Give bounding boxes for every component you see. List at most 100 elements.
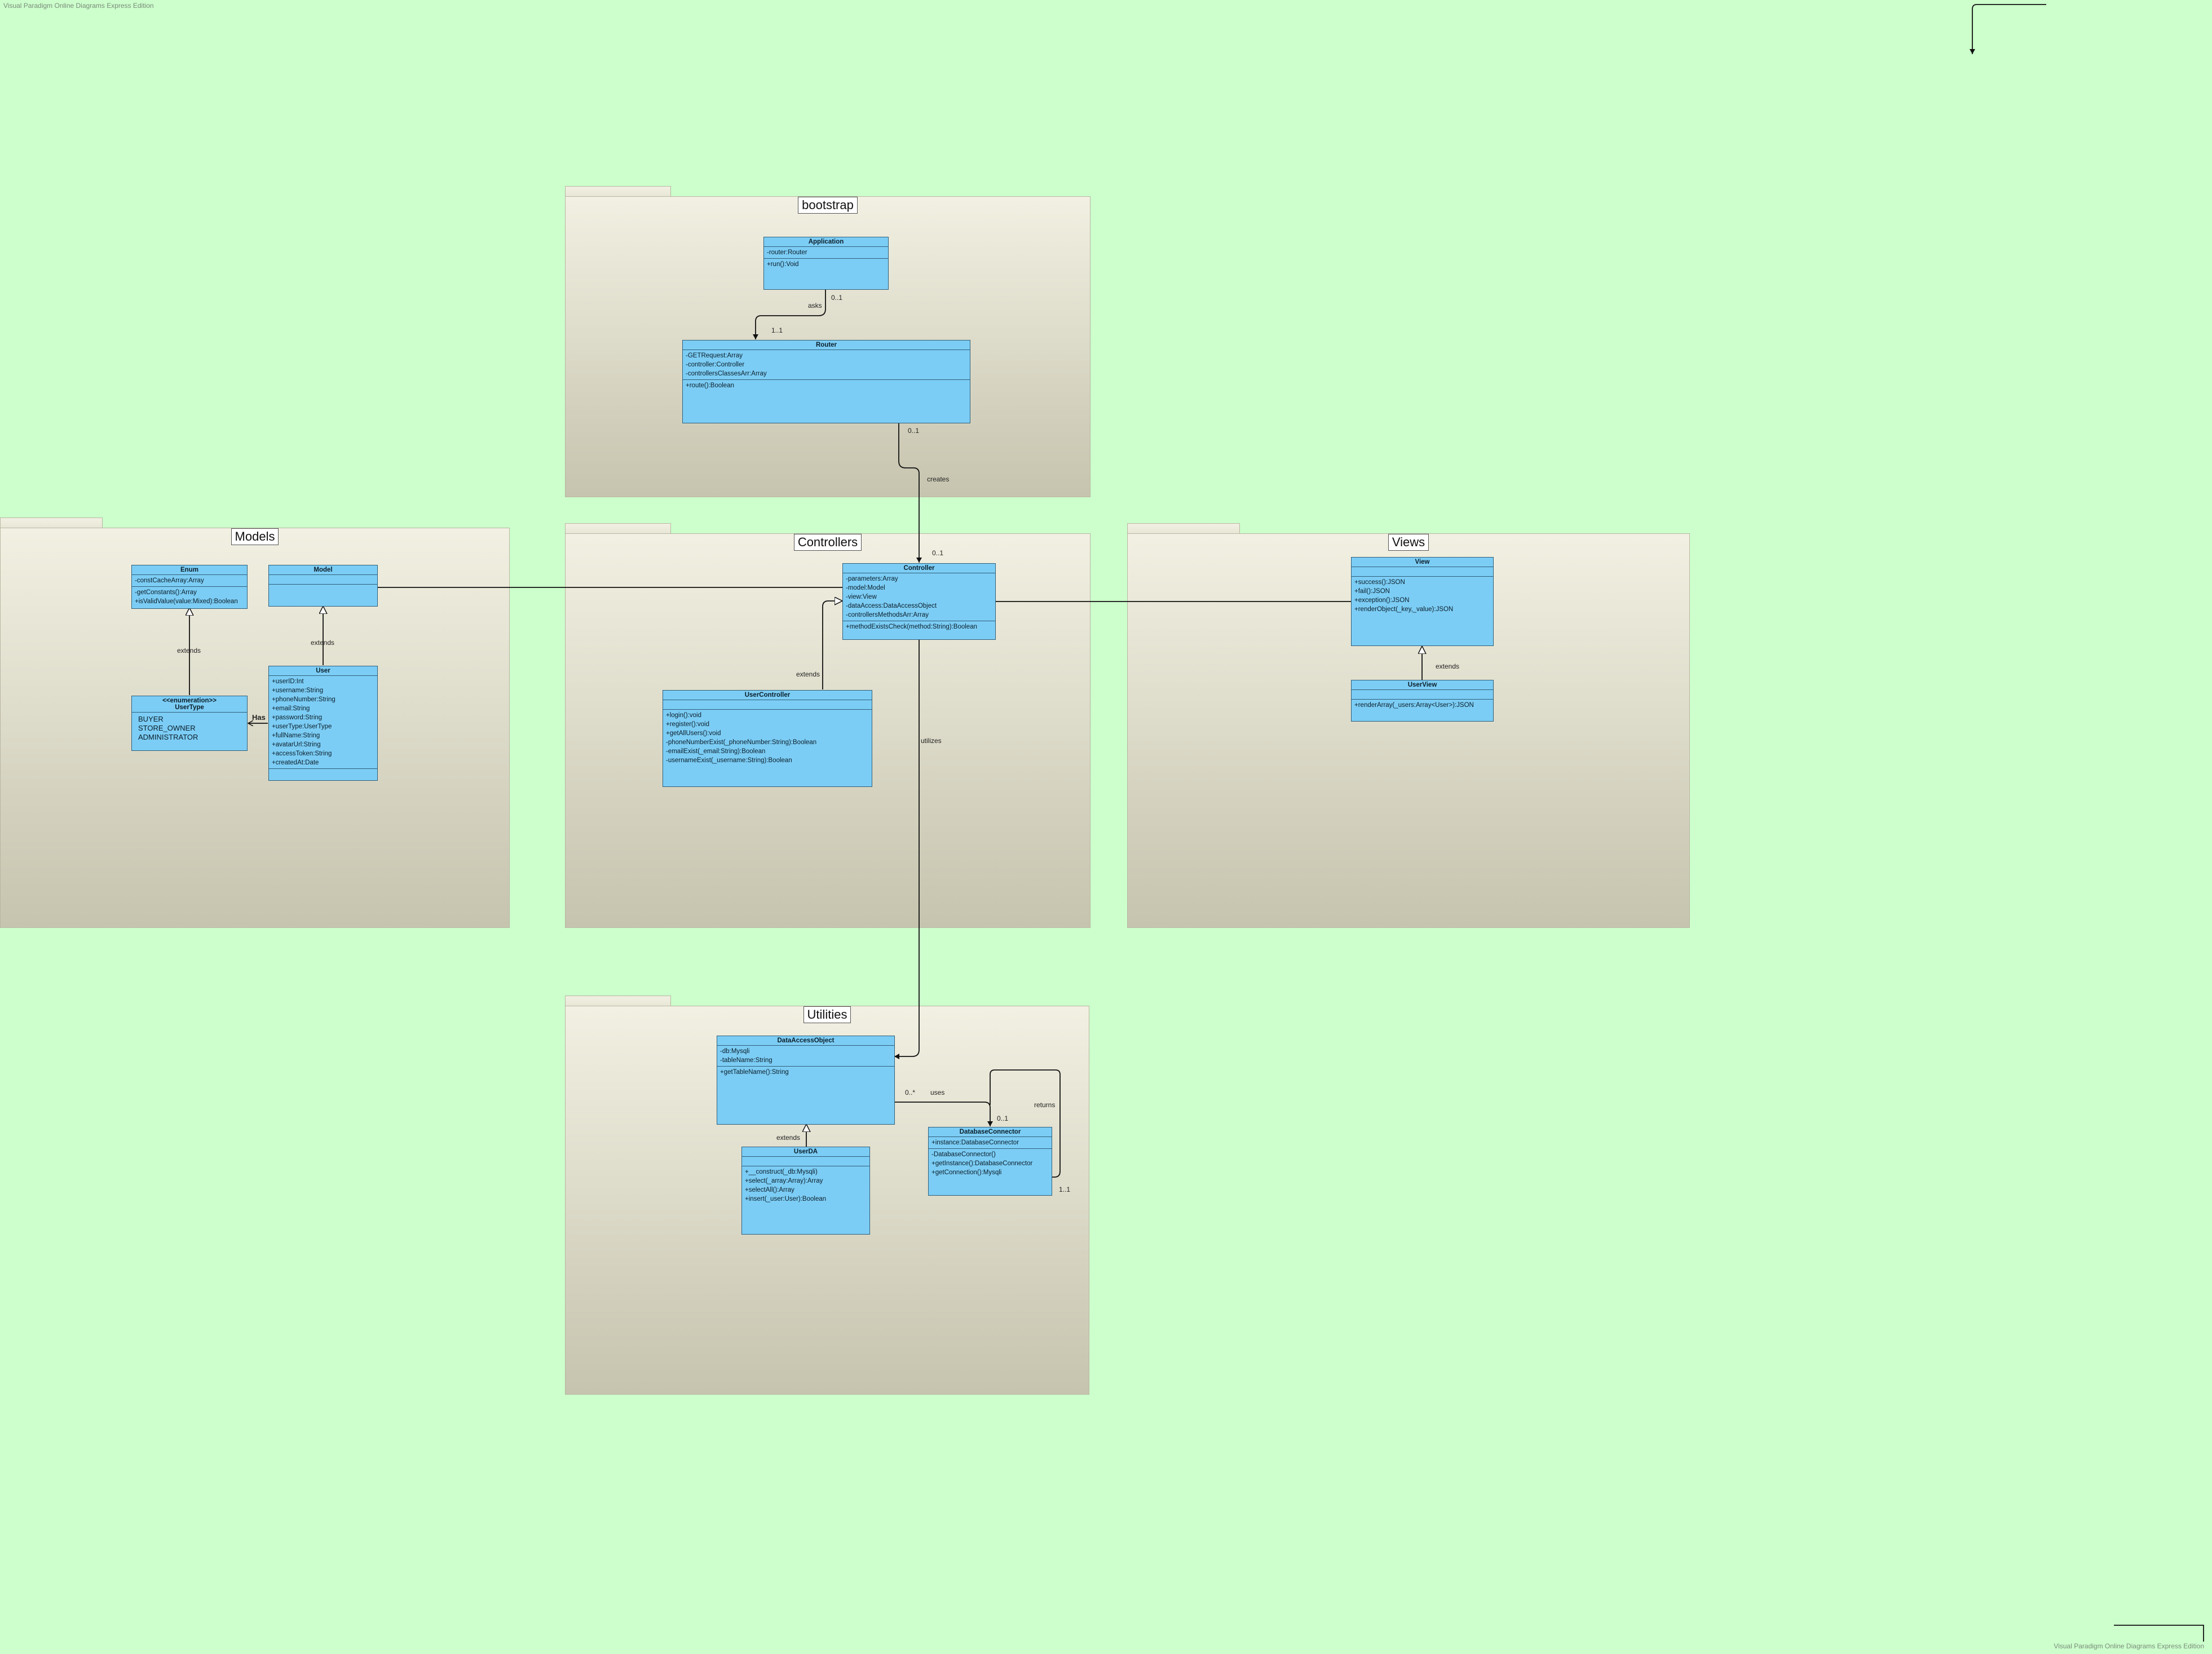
package-tab-views <box>1127 523 1240 534</box>
class-operation: +insert(_user:User):Boolean <box>745 1196 827 1202</box>
class-attributes: +userID:Int +username:String +phoneNumber:… <box>269 676 377 769</box>
class-dataaccessobject[interactable]: DataAccessObject -db:Mysqli -tableName:St… <box>717 1036 895 1125</box>
class-application[interactable]: Application -router:Router +run():Void <box>763 237 889 290</box>
class-attribute: +fullName:String <box>272 732 320 739</box>
class-view[interactable]: View +success():JSON +fail():JSON +excepti… <box>1351 557 1494 646</box>
class-userview[interactable]: UserView +renderArray(_users:Array<User>… <box>1351 680 1494 722</box>
package-models[interactable]: Models <box>0 528 510 928</box>
class-operations: +route():Boolean <box>683 380 970 391</box>
class-operation: +getAllUsers():void <box>666 730 721 737</box>
class-stereotype: <<enumeration>> <box>162 697 217 704</box>
class-name-text: UserType <box>175 704 204 711</box>
enum-literal: ADMINISTRATOR <box>138 733 198 741</box>
class-operations <box>269 769 377 771</box>
class-operation: +getInstance():DatabaseConnector <box>931 1160 1033 1167</box>
class-controller[interactable]: Controller -parameters:Array -model:Model… <box>842 563 996 640</box>
class-attribute: -router:Router <box>767 249 807 256</box>
class-name: UserView <box>1352 680 1493 690</box>
class-attribute: -parameters:Array <box>846 576 898 582</box>
class-name: <<enumeration>> UserType <box>132 696 247 713</box>
class-attribute: +createdAt:Date <box>272 759 319 766</box>
package-title-bootstrap: bootstrap <box>798 197 858 214</box>
mult-returns: 1..1 <box>1059 1186 1071 1193</box>
class-operation: +register():void <box>666 721 710 728</box>
class-usercontroller[interactable]: UserController +login():void +register():… <box>663 690 872 787</box>
class-attribute: +avatarUrl:String <box>272 741 321 748</box>
class-operation: +fail():JSON <box>1354 588 1390 595</box>
class-operations: +run():Void <box>764 259 888 270</box>
class-attribute: -controllersMethodsArr:Array <box>846 612 929 618</box>
label-utilizes: utilizes <box>921 737 942 745</box>
class-operations: +getTableName():String <box>717 1067 894 1078</box>
label-extends-usertype-enum: extends <box>177 647 201 654</box>
class-operation: +renderObject(_key,_value):JSON <box>1354 606 1454 613</box>
class-operation: +success():JSON <box>1354 579 1405 586</box>
class-name: Model <box>269 565 377 575</box>
class-userda[interactable]: UserDA +__construct(_db:Mysqli) +select(_… <box>741 1147 870 1235</box>
class-databaseconnector[interactable]: DatabaseConnector +instance:DatabaseConn… <box>928 1127 1052 1196</box>
class-operation: -getConstants():Array <box>135 589 197 596</box>
class-router[interactable]: Router -GETRequest:Array -controller:Cont… <box>682 340 970 423</box>
class-attributes <box>269 575 377 585</box>
class-attributes <box>1352 567 1493 577</box>
class-name: Controller <box>843 564 995 573</box>
class-model[interactable]: Model <box>268 565 378 607</box>
class-operation: +route():Boolean <box>686 382 734 389</box>
class-operation: -phoneNumberExist(_phoneNumber:String):B… <box>666 739 817 746</box>
class-attributes: -parameters:Array -model:Model -view:View -… <box>843 573 995 621</box>
class-attribute: -db:Mysqli <box>720 1048 750 1055</box>
class-operation: +getConnection():Mysqli <box>931 1169 1002 1176</box>
class-operation: +login():void <box>666 712 701 719</box>
class-operations: +methodExistsCheck(method:String):Boolea… <box>843 621 995 633</box>
package-title-utilities: Utilities <box>803 1006 851 1023</box>
class-operation: +methodExistsCheck(method:String):Boolea… <box>846 623 977 630</box>
class-operation: +select(_array:Array):Array <box>745 1178 823 1184</box>
class-attributes <box>742 1157 869 1166</box>
class-name: DatabaseConnector <box>929 1127 1052 1137</box>
label-creates: creates <box>927 475 950 483</box>
class-enum[interactable]: Enum -constCacheArray:Array -getConstant… <box>131 565 248 609</box>
label-has: Has <box>252 713 266 722</box>
class-operations: -DatabaseConnector() +getInstance():Datab… <box>929 1149 1052 1178</box>
enum-literal: STORE_OWNER <box>138 724 196 732</box>
stray-line-bottom <box>2114 1625 2204 1642</box>
class-attribute: -constCacheArray:Array <box>135 577 204 584</box>
class-operation: +selectAll():Array <box>745 1187 794 1193</box>
class-operations: +__construct(_db:Mysqli) +select(_array:A… <box>742 1166 869 1205</box>
class-operation: +renderArray(_users:Array<User>):JSON <box>1354 702 1474 709</box>
stray-connector-top <box>1970 4 2046 54</box>
label-asks: asks <box>808 302 822 309</box>
class-name: Enum <box>132 565 247 575</box>
class-attribute: -controller:Controller <box>686 361 745 368</box>
package-tab-utilities <box>565 996 671 1006</box>
label-returns: returns <box>1034 1101 1056 1109</box>
label-extends-user-model: extends <box>311 639 335 647</box>
class-attribute: +password:String <box>272 714 323 721</box>
class-operations: +renderArray(_users:Array<User>):JSON <box>1352 700 1493 711</box>
class-operations <box>269 585 377 587</box>
class-attribute: +userID:Int <box>272 678 304 685</box>
package-title-models: Models <box>231 528 279 545</box>
class-operation: +exception():JSON <box>1354 597 1410 604</box>
enum-literal: BUYER <box>138 715 164 723</box>
class-user[interactable]: User +userID:Int +username:String +phoneNu… <box>268 666 378 781</box>
label-extends-usercontroller: extends <box>796 670 820 678</box>
mult-uses-src: 0..* <box>905 1089 916 1096</box>
package-tab-models <box>0 518 103 528</box>
class-attributes: -db:Mysqli -tableName:String <box>717 1046 894 1067</box>
label-extends-userda: extends <box>776 1134 801 1142</box>
mult-app-router-dst: 1..1 <box>771 326 783 334</box>
package-title-controllers: Controllers <box>793 534 862 551</box>
class-name: Router <box>683 340 970 350</box>
class-usertype[interactable]: <<enumeration>> UserType BUYER STORE_OWNE… <box>131 696 248 751</box>
class-name: View <box>1352 558 1493 567</box>
class-name: UserDA <box>742 1147 869 1157</box>
class-attributes: -GETRequest:Array -controller:Controller -… <box>683 350 970 380</box>
mult-router-ctrl-src: 0..1 <box>908 427 920 435</box>
class-operation: +__construct(_db:Mysqli) <box>745 1169 818 1175</box>
class-name: DataAccessObject <box>717 1036 894 1046</box>
label-extends-userview: extends <box>1436 662 1460 670</box>
class-attributes: -router:Router <box>764 247 888 259</box>
class-attributes: +instance:DatabaseConnector <box>929 1137 1052 1149</box>
class-name: User <box>269 666 377 676</box>
